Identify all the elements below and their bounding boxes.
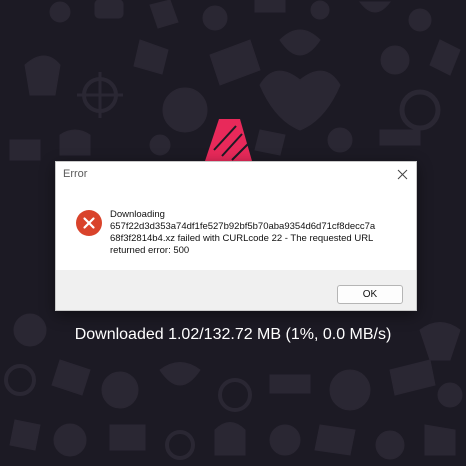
close-button[interactable] <box>392 164 412 184</box>
ok-button[interactable]: OK <box>337 285 403 304</box>
error-icon <box>76 210 102 236</box>
error-message: Downloading 657f22d3d353a74df1fe527b92bf… <box>110 209 376 256</box>
error-dialog: Error Downloading 657f22d3d353a74df1fe52… <box>55 161 417 311</box>
download-progress-text: Downloaded 1.02/132.72 MB (1%, 0.0 MB/s) <box>74 326 392 343</box>
dialog-footer: OK <box>56 270 416 310</box>
dialog-title: Error <box>63 168 88 180</box>
dialog-titlebar[interactable]: Error <box>56 162 416 186</box>
close-icon <box>397 169 407 179</box>
dialog-body: Downloading 657f22d3d353a74df1fe527b92bf… <box>56 186 416 270</box>
